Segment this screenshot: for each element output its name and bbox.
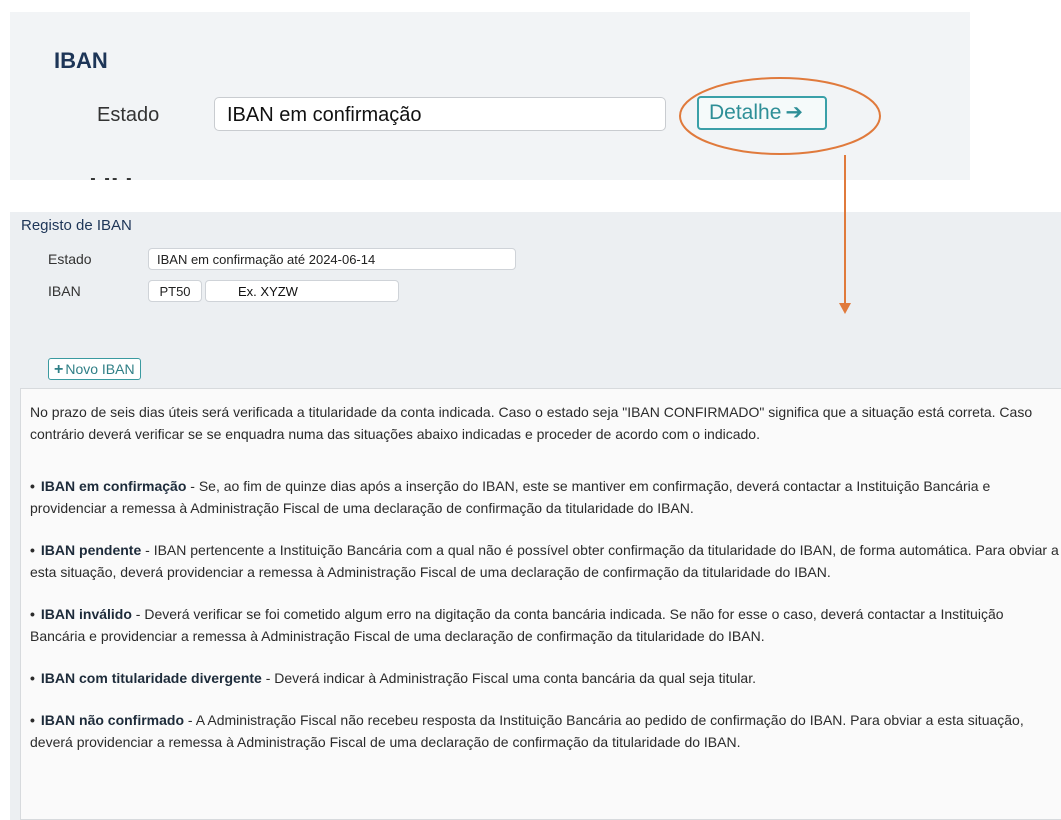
iban-input[interactable]: Ex. XYZW [205,280,399,302]
info-item-text: - Deverá verificar se foi cometido algum… [30,606,1004,644]
info-item: • IBAN não confirmado - A Administração F… [30,709,1060,753]
info-item-term: IBAN não confirmado [40,712,185,728]
info-item-text: - IBAN pertencente a Instituição Bancári… [30,542,1059,580]
info-item-term: IBAN pendente [40,542,142,558]
bullet-icon: • [30,606,35,622]
bullet-icon: • [30,670,35,686]
novo-iban-button[interactable]: + Novo IBAN [48,358,141,380]
iban-country-prefix: PT50 [148,280,202,302]
estado-label: Estado [97,104,160,126]
info-box: No prazo de seis dias úteis será verific… [20,388,1061,820]
detalhe-button[interactable]: Detalhe ➔ [697,96,827,130]
info-item: • IBAN inválido - Deverá verificar se foi… [30,603,1060,647]
info-item-term: IBAN inválido [40,606,132,622]
info-item: • IBAN com titularidade divergente - Deve… [30,667,1060,689]
registo-title: Registo de IBAN [21,217,132,234]
registo-iban-panel: Registo de IBAN Estado IBAN em confirmaç… [10,212,1061,820]
iban-section-title: IBAN [54,48,108,73]
registo-estado-label: Estado [48,251,92,267]
iban-summary-panel: IBAN Estado IBAN em confirmação Detalhe ➔… [10,12,970,180]
detalhe-button-label: Detalhe [709,101,782,124]
arrow-right-icon: ➔ [785,101,803,124]
info-item: • IBAN pendente - IBAN pertencente a Inst… [30,539,1060,583]
plus-icon: + [54,361,64,378]
info-item-term: IBAN em confirmação [40,478,187,494]
registo-estado-field: IBAN em confirmação até 2024-06-14 [148,248,516,270]
bullet-icon: • [30,542,35,558]
registo-iban-label: IBAN [48,283,81,299]
estado-field: IBAN em confirmação [214,97,666,131]
novo-iban-label: Novo IBAN [65,361,135,377]
bullet-icon: • [30,712,35,728]
bullet-icon: • [30,478,35,494]
info-item: • IBAN em confirmação - Se, ao fim de qui… [30,475,1060,519]
info-item-text: - Deverá indicar à Administração Fiscal … [261,670,756,686]
info-item-term: IBAN com titularidade divergente [40,670,262,686]
cropped-row-fragment: ▪ ▪▪ ▪ [90,172,134,180]
info-intro: No prazo de seis dias úteis será verific… [30,404,1033,442]
